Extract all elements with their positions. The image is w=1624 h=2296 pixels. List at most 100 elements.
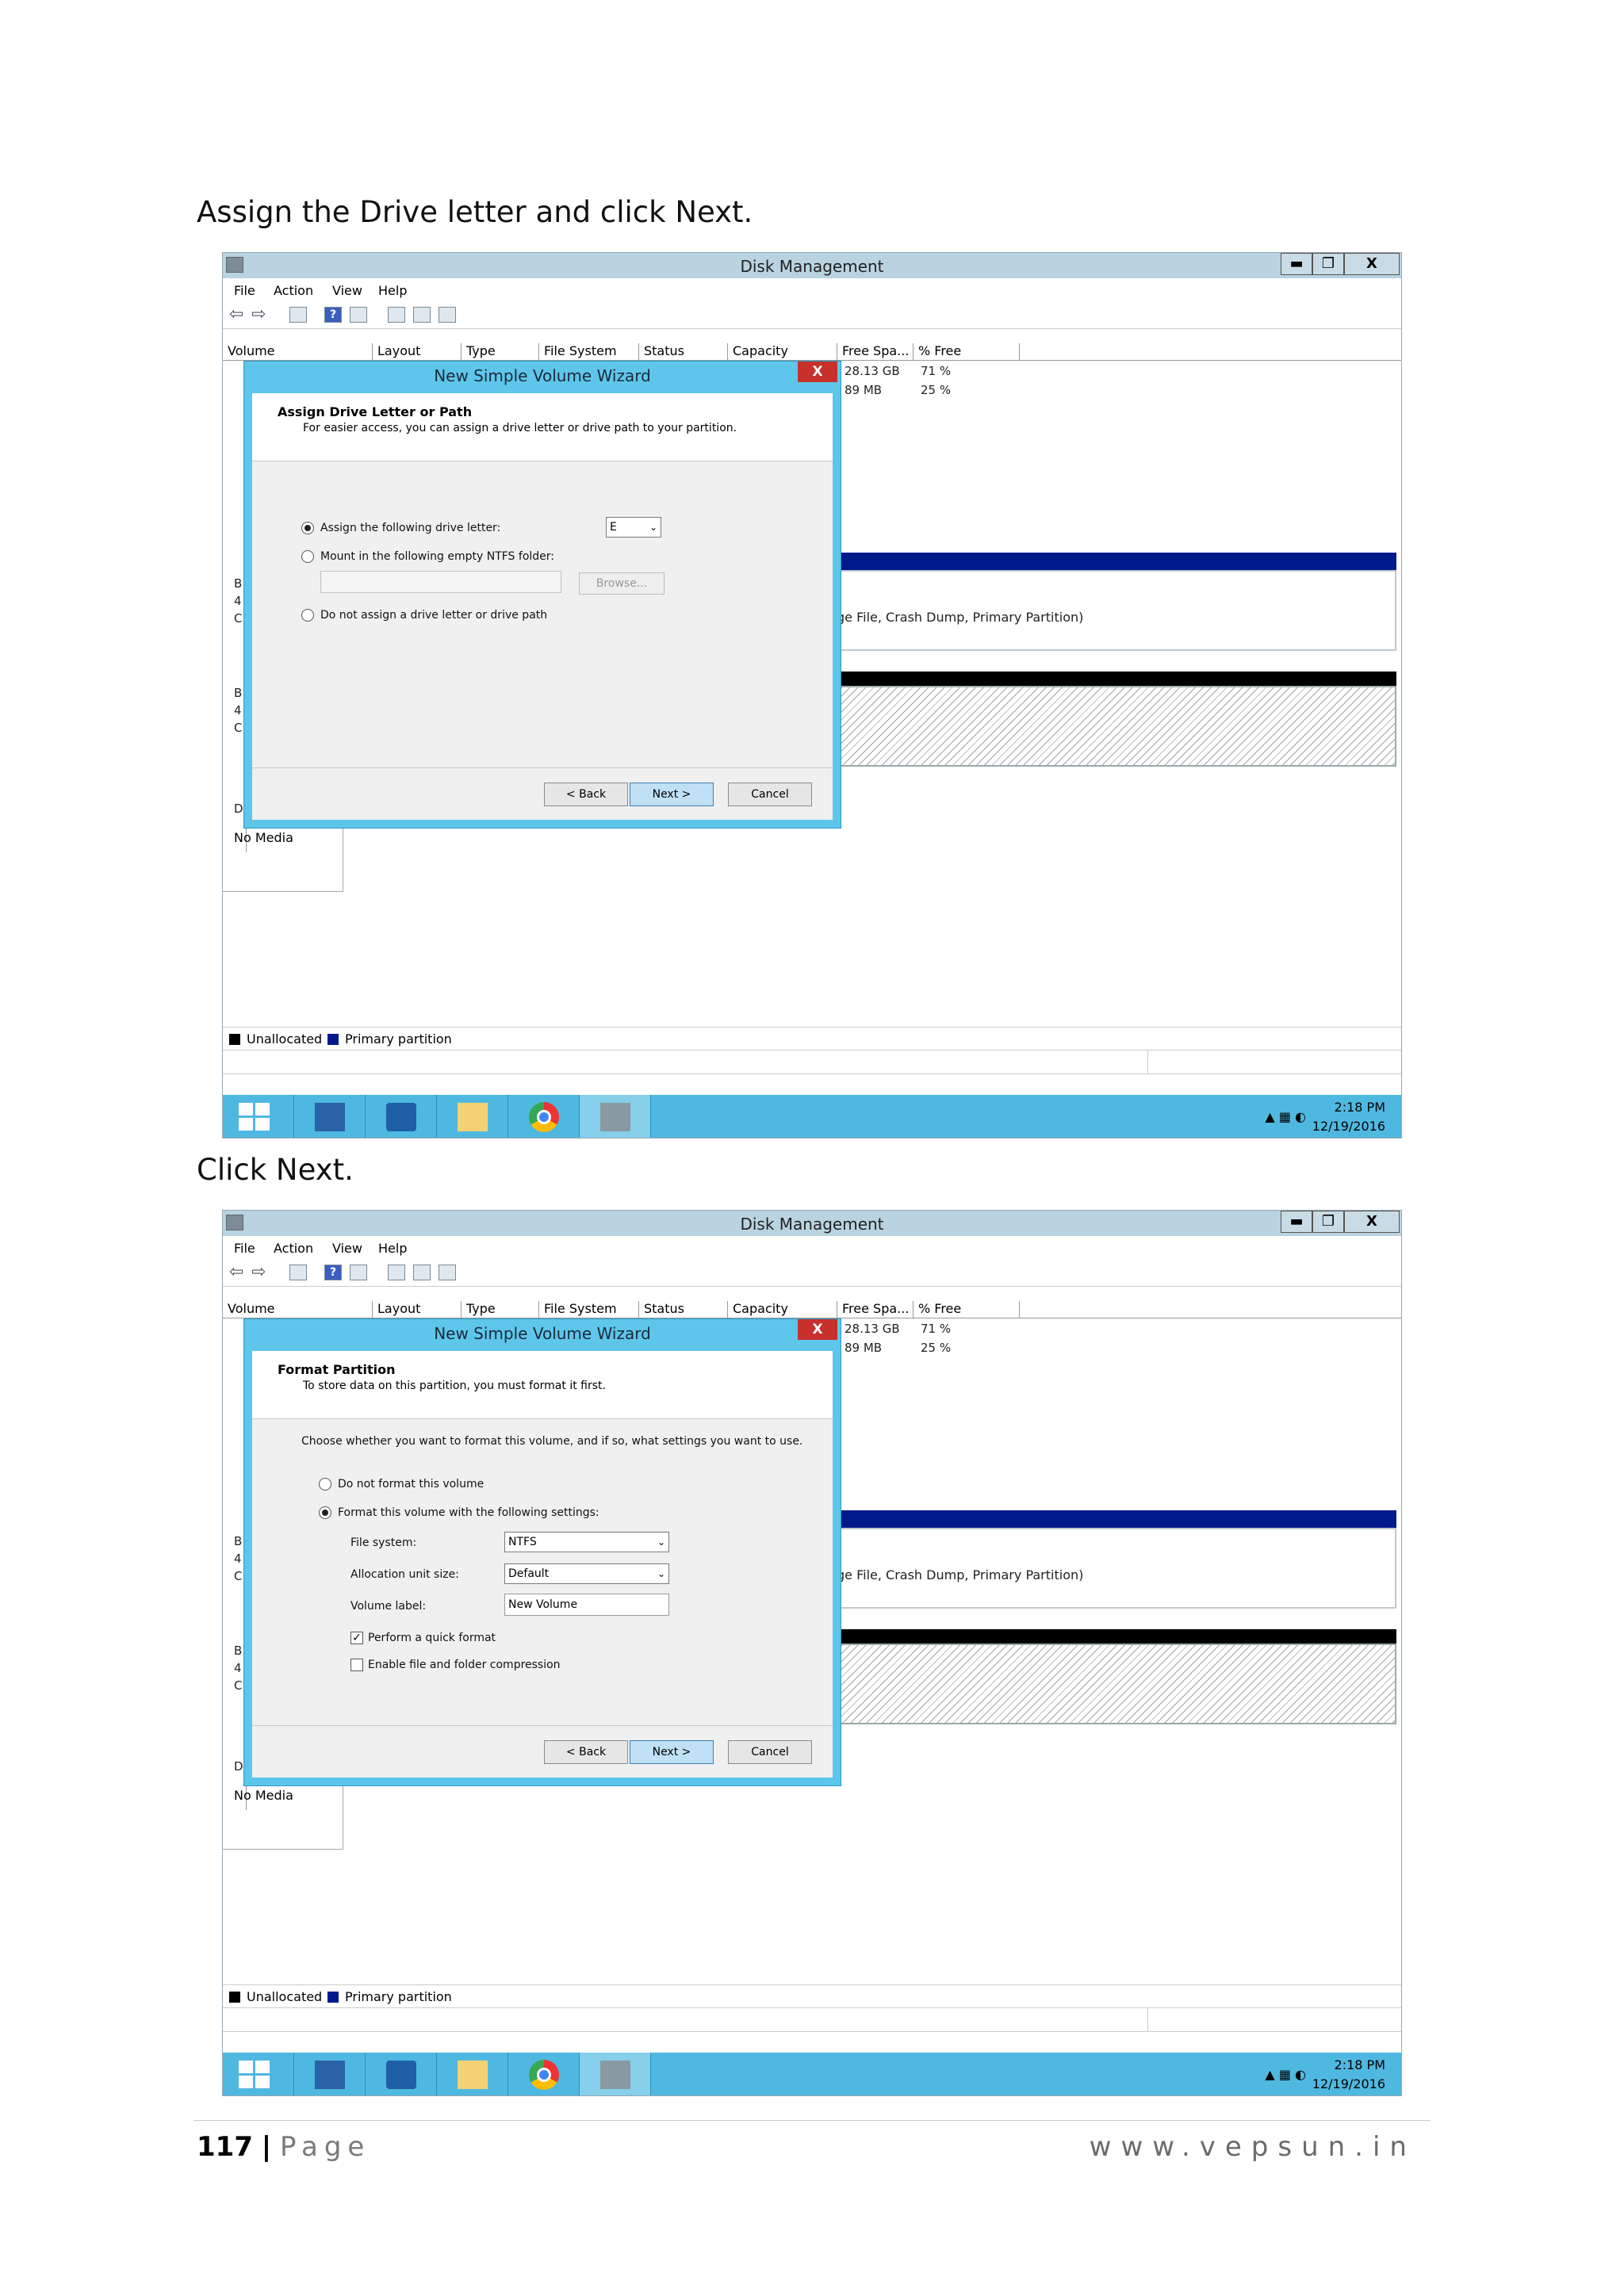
disk-label-char: 4	[234, 594, 242, 608]
row2-free: 89 MB	[845, 383, 883, 397]
col-file-system[interactable]: File System	[538, 343, 617, 361]
start-button[interactable]	[223, 1095, 294, 1138]
col-volume[interactable]: Volume	[223, 1301, 275, 1318]
col-capacity[interactable]: Capacity	[727, 343, 788, 361]
col-percent-free[interactable]: % Free	[913, 1301, 961, 1318]
row1-free: 28.13 GB	[845, 364, 900, 378]
wizard-close-button[interactable]: X	[798, 1319, 837, 1340]
file-system-select[interactable]: NTFS ⌄	[504, 1532, 669, 1552]
taskbar-powershell[interactable]	[366, 2053, 437, 2095]
tray-icons[interactable]: ▲ ▦ ◐	[1265, 2067, 1306, 2082]
menu-help[interactable]: Help	[378, 1241, 407, 1256]
taskbar-explorer[interactable]	[437, 1095, 508, 1138]
format-volume-radio[interactable]	[319, 1506, 331, 1519]
back-arrow-icon[interactable]: ⇦	[229, 1264, 247, 1281]
col-percent-free[interactable]: % Free	[913, 343, 961, 361]
wizard-title: New Simple Volume Wizard	[434, 366, 651, 385]
col-layout[interactable]: Layout	[372, 343, 420, 361]
mount-folder-radio[interactable]	[301, 550, 314, 563]
taskbar-powershell[interactable]	[366, 1095, 437, 1138]
next-button[interactable]: Next >	[630, 1740, 714, 1764]
restore-button[interactable]: ❐	[1312, 253, 1344, 275]
mount-folder-path-input[interactable]	[320, 571, 561, 593]
allocation-unit-select[interactable]: Default ⌄	[504, 1563, 669, 1584]
col-status[interactable]: Status	[638, 343, 684, 361]
view-icon[interactable]	[350, 1265, 367, 1280]
properties-icon[interactable]	[413, 307, 431, 323]
clock[interactable]: 2:18 PM 12/19/2016	[1312, 1098, 1385, 1136]
forward-arrow-icon[interactable]: ⇨	[251, 306, 269, 323]
col-free-space[interactable]: Free Spa...	[837, 343, 909, 361]
network-icon[interactable]: ▦	[1279, 1109, 1291, 1124]
window-titlebar[interactable]: Disk Management ▬ ❐ X	[223, 253, 1401, 278]
tray-arrow-icon[interactable]: ▲	[1265, 1109, 1274, 1124]
cancel-button[interactable]: Cancel	[728, 783, 812, 806]
col-status[interactable]: Status	[638, 1301, 684, 1318]
cancel-button[interactable]: Cancel	[728, 1740, 812, 1764]
menu-view[interactable]: View	[332, 1241, 362, 1256]
restore-button[interactable]: ❐	[1312, 1211, 1344, 1233]
col-file-system[interactable]: File System	[538, 1301, 617, 1318]
window-titlebar[interactable]: Disk Management ▬ ❐ X	[223, 1211, 1401, 1236]
refresh-icon[interactable]	[388, 1265, 405, 1280]
no-format-radio[interactable]	[319, 1478, 331, 1490]
next-button[interactable]: Next >	[630, 783, 714, 806]
help-icon[interactable]: ?	[324, 307, 342, 323]
unallocated-space[interactable]	[833, 686, 1396, 767]
col-layout[interactable]: Layout	[372, 1301, 420, 1318]
col-capacity[interactable]: Capacity	[727, 1301, 788, 1318]
volume-label-input[interactable]: New Volume	[504, 1594, 669, 1616]
disk-label-char: B	[234, 1534, 243, 1548]
console-tree-icon[interactable]	[289, 1265, 307, 1280]
assign-letter-radio[interactable]	[301, 522, 314, 534]
volume-icon[interactable]: ◐	[1295, 1109, 1306, 1124]
col-type[interactable]: Type	[461, 1301, 496, 1318]
minimize-button[interactable]: ▬	[1281, 253, 1312, 275]
refresh-icon[interactable]	[388, 307, 405, 323]
browse-button[interactable]: Browse...	[579, 572, 665, 595]
rescan-icon[interactable]	[439, 307, 456, 323]
view-icon[interactable]	[350, 307, 367, 323]
col-free-space[interactable]: Free Spa...	[837, 1301, 909, 1318]
menu-action[interactable]: Action	[274, 1241, 313, 1256]
close-button[interactable]: X	[1344, 1211, 1400, 1233]
menu-help[interactable]: Help	[378, 283, 407, 298]
menu-action[interactable]: Action	[274, 283, 313, 298]
network-icon[interactable]: ▦	[1279, 2067, 1291, 2082]
back-arrow-icon[interactable]: ⇦	[229, 306, 247, 323]
close-button[interactable]: X	[1344, 253, 1400, 275]
clock[interactable]: 2:18 PM 12/19/2016	[1312, 2056, 1385, 2094]
menu-view[interactable]: View	[332, 283, 362, 298]
taskbar-server-manager[interactable]	[294, 1095, 366, 1138]
menu-file[interactable]: File	[234, 283, 255, 298]
legend-primary-label: Primary partition	[345, 1989, 452, 2004]
tray-arrow-icon[interactable]: ▲	[1265, 2067, 1274, 2082]
unallocated-space[interactable]	[833, 1644, 1396, 1724]
col-type[interactable]: Type	[461, 343, 496, 361]
taskbar-explorer[interactable]	[437, 2053, 508, 2095]
start-button[interactable]	[223, 2053, 294, 2095]
taskbar-chrome[interactable]	[508, 2053, 580, 2095]
back-button[interactable]: < Back	[544, 1740, 628, 1764]
taskbar-disk-management[interactable]	[580, 1095, 651, 1138]
taskbar-server-manager[interactable]	[294, 2053, 366, 2095]
forward-arrow-icon[interactable]: ⇨	[251, 1264, 269, 1281]
compression-checkbox[interactable]	[350, 1659, 363, 1671]
taskbar-chrome[interactable]	[508, 1095, 580, 1138]
minimize-button[interactable]: ▬	[1281, 1211, 1312, 1233]
wizard-close-button[interactable]: X	[798, 362, 837, 382]
console-tree-icon[interactable]	[289, 307, 307, 323]
rescan-icon[interactable]	[439, 1265, 456, 1280]
help-icon[interactable]: ?	[324, 1265, 342, 1280]
quick-format-checkbox[interactable]: ✓	[350, 1632, 363, 1644]
col-volume[interactable]: Volume	[223, 343, 275, 361]
drive-letter-value: E	[610, 521, 617, 534]
tray-icons[interactable]: ▲ ▦ ◐	[1265, 1109, 1306, 1124]
volume-icon[interactable]: ◐	[1295, 2067, 1306, 2082]
properties-icon[interactable]	[413, 1265, 431, 1280]
drive-letter-select[interactable]: E ⌄	[606, 517, 661, 538]
taskbar-disk-management[interactable]	[580, 2053, 651, 2095]
menu-file[interactable]: File	[234, 1241, 255, 1256]
no-letter-radio[interactable]	[301, 609, 314, 622]
back-button[interactable]: < Back	[544, 783, 628, 806]
